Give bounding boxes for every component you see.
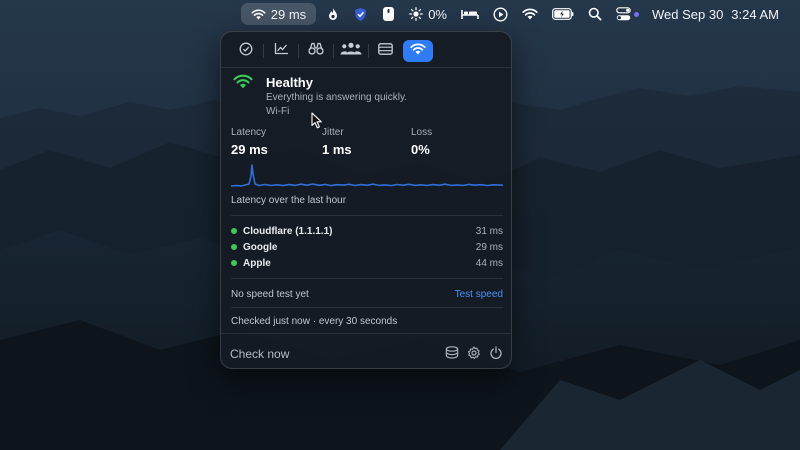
mouse-cursor-icon bbox=[311, 112, 322, 129]
menubar-latency-item[interactable]: 29 ms bbox=[240, 3, 317, 25]
search-icon[interactable] bbox=[581, 3, 609, 25]
tab-monitor[interactable] bbox=[301, 40, 331, 62]
shield-icon[interactable] bbox=[346, 3, 375, 25]
loss-value: 0% bbox=[411, 142, 430, 157]
section-divider bbox=[231, 307, 503, 308]
tab-devices[interactable] bbox=[336, 40, 366, 62]
target-latency: 29 ms bbox=[475, 241, 503, 253]
target-latency: 31 ms bbox=[475, 225, 503, 237]
tab-divider bbox=[221, 67, 511, 68]
last-checked-text: Checked just now · every 30 seconds bbox=[231, 316, 398, 327]
latency-label: Latency bbox=[231, 127, 267, 138]
jitter-metric: Jitter 1 ms bbox=[322, 127, 352, 157]
footer-icons bbox=[445, 346, 503, 360]
target-name: Google bbox=[243, 241, 278, 253]
network-type: Wi-Fi bbox=[266, 106, 290, 117]
tab-servers[interactable] bbox=[371, 40, 401, 62]
section-divider bbox=[231, 215, 503, 216]
play-icon[interactable] bbox=[486, 3, 515, 25]
line-chart-icon bbox=[274, 42, 289, 60]
cpu-usage-item[interactable]: 0% bbox=[402, 3, 454, 25]
loss-label: Loss bbox=[411, 127, 433, 138]
latency-sparkline bbox=[231, 164, 503, 187]
menubar-date[interactable]: Wed Sep 30 bbox=[646, 3, 727, 25]
network-monitor-popover: Healthy Everything is answering quickly.… bbox=[220, 31, 512, 369]
server-icon bbox=[378, 42, 394, 60]
tab-separator bbox=[263, 44, 264, 58]
mouse-icon[interactable] bbox=[375, 3, 402, 25]
target-name: Cloudflare (1.1.1.1) bbox=[243, 225, 333, 237]
wifi-icon[interactable] bbox=[515, 3, 545, 25]
status-dot bbox=[231, 244, 237, 250]
sun-icon bbox=[409, 7, 424, 21]
bed-icon[interactable] bbox=[454, 3, 486, 25]
tab-separator bbox=[368, 44, 369, 58]
target-row: Cloudflare (1.1.1.1) 31 ms bbox=[231, 224, 503, 238]
control-center-icon[interactable] bbox=[609, 3, 646, 25]
flame-icon[interactable] bbox=[320, 3, 346, 25]
status-title: Healthy bbox=[266, 75, 313, 90]
wifi-icon bbox=[251, 8, 266, 20]
status-dot bbox=[231, 260, 237, 266]
latency-metric: Latency 29 ms bbox=[231, 127, 268, 157]
target-row: Google 29 ms bbox=[231, 240, 503, 254]
status-subtitle: Everything is answering quickly. bbox=[266, 92, 407, 103]
menubar-latency-text: 29 ms bbox=[270, 6, 307, 22]
status-dot bbox=[231, 228, 237, 234]
database-icon[interactable] bbox=[445, 346, 459, 360]
notification-dot bbox=[633, 11, 639, 17]
tab-separator bbox=[298, 44, 299, 58]
cpu-percent-text: 0% bbox=[428, 6, 447, 22]
jitter-value: 1 ms bbox=[322, 142, 352, 157]
tab-wifi[interactable] bbox=[402, 40, 434, 62]
test-speed-link[interactable]: Test speed bbox=[455, 289, 503, 300]
chart-caption: Latency over the last hour bbox=[231, 195, 347, 206]
binoculars-icon bbox=[308, 42, 324, 60]
menubar-time[interactable]: 3:24 AM bbox=[727, 3, 786, 25]
speed-test-status: No speed test yet bbox=[231, 289, 309, 300]
wifi-status-icon bbox=[233, 74, 253, 94]
sparkline-path bbox=[231, 164, 503, 187]
checkmark-circle-icon bbox=[239, 42, 253, 61]
popover-footer: Check now bbox=[221, 334, 511, 368]
section-divider bbox=[231, 278, 503, 279]
tab-overview[interactable] bbox=[231, 40, 261, 62]
latency-value: 29 ms bbox=[231, 142, 268, 157]
people-icon bbox=[340, 42, 362, 60]
power-icon[interactable] bbox=[489, 346, 503, 360]
target-latency: 44 ms bbox=[475, 257, 503, 269]
wifi-icon bbox=[410, 42, 426, 60]
speed-test-row: No speed test yet Test speed bbox=[231, 289, 503, 300]
target-name: Apple bbox=[243, 257, 271, 269]
tab-separator bbox=[333, 44, 334, 58]
tab-history[interactable] bbox=[266, 40, 296, 62]
gear-icon[interactable] bbox=[467, 346, 481, 360]
target-row: Apple 44 ms bbox=[231, 256, 503, 270]
popover-tab-bar bbox=[231, 39, 435, 63]
menu-bar: 29 ms 0% Wed Sep 30 3:24 AM bbox=[0, 0, 800, 28]
jitter-label: Jitter bbox=[322, 127, 344, 138]
loss-metric: Loss 0% bbox=[411, 127, 432, 157]
battery-icon[interactable] bbox=[545, 3, 581, 25]
check-now-button[interactable]: Check now bbox=[230, 347, 289, 361]
